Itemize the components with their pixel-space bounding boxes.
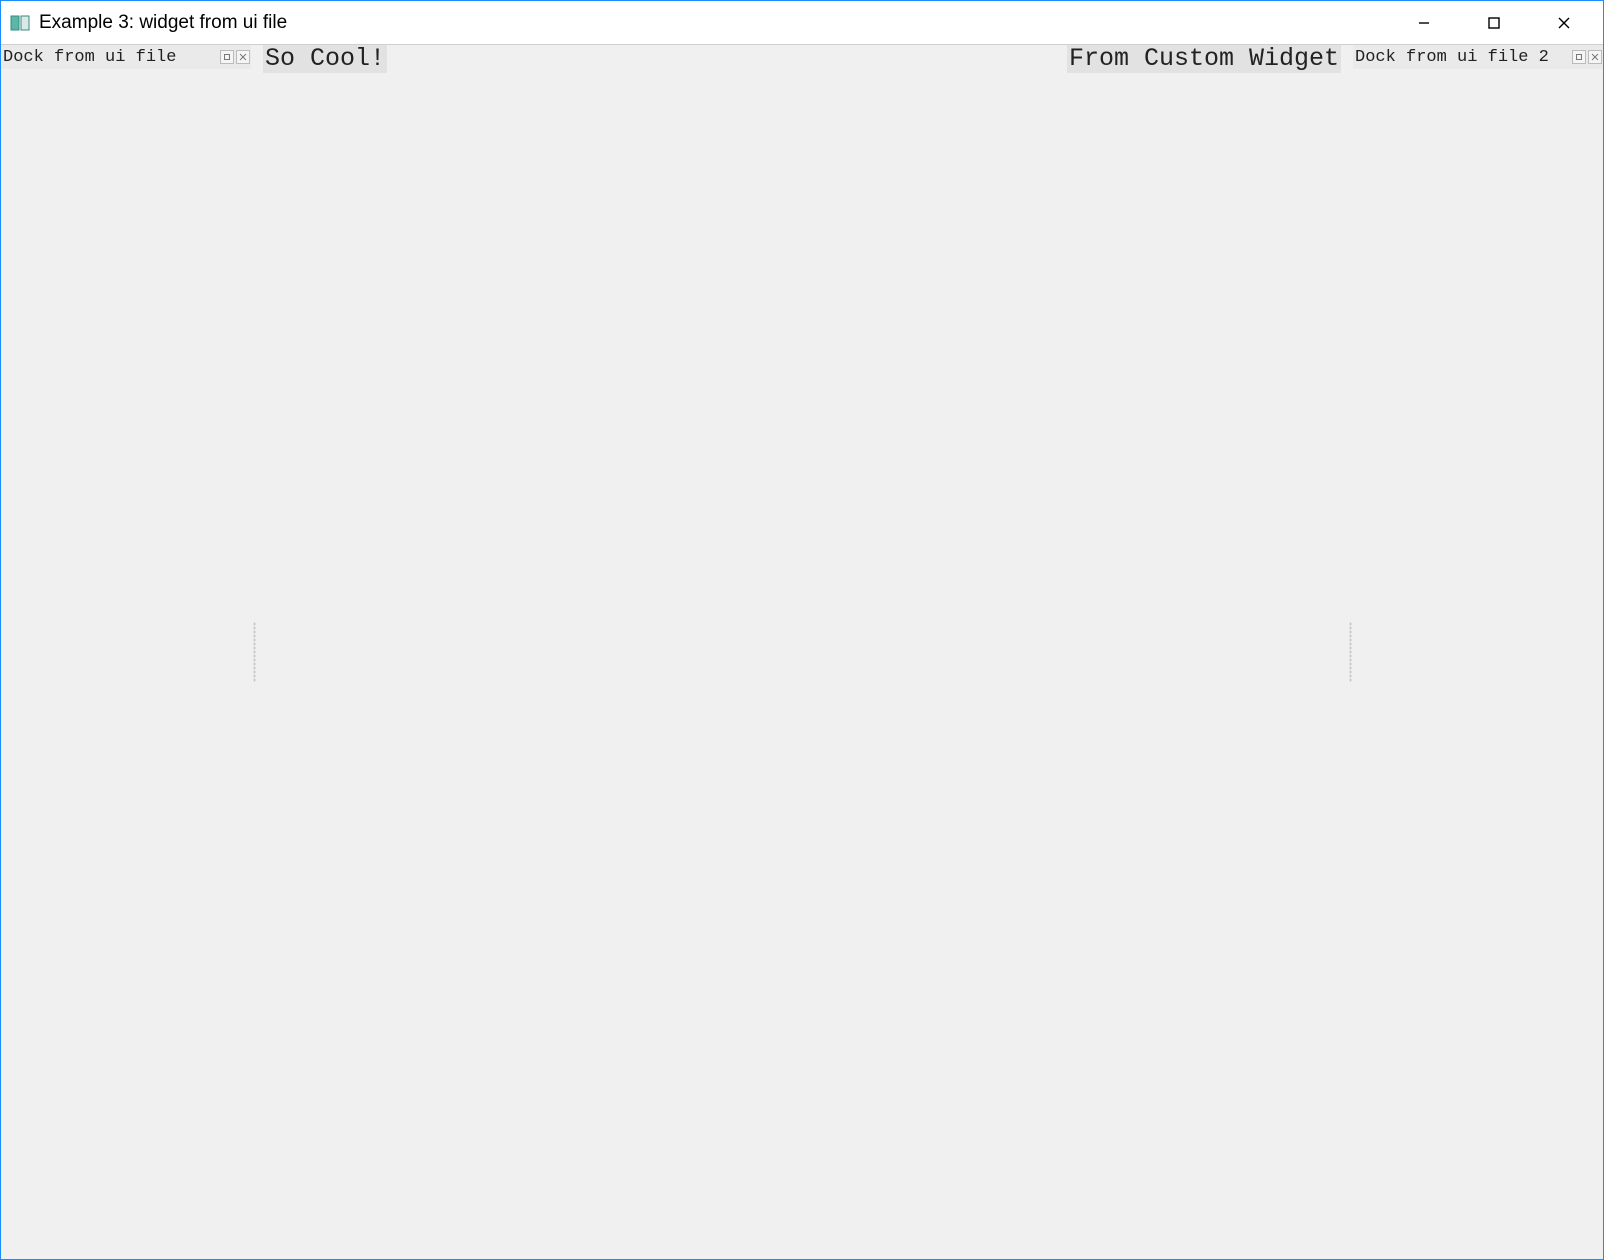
maximize-button[interactable] xyxy=(1459,1,1529,44)
dock-right: Dock from ui file 2 xyxy=(1353,45,1603,1259)
central-widget: So Cool! From Custom Widget xyxy=(257,45,1347,1259)
window-title: Example 3: widget from ui file xyxy=(39,12,1389,34)
app-icon xyxy=(9,12,31,34)
dock-right-titlebar[interactable]: Dock from ui file 2 xyxy=(1353,45,1603,69)
minimize-button[interactable] xyxy=(1389,1,1459,44)
dock-right-content xyxy=(1353,69,1603,1259)
dock-left: Dock from ui file xyxy=(1,45,251,1259)
central-label-right: From Custom Widget xyxy=(1067,45,1341,73)
main-window: Example 3: widget from ui file Dock from… xyxy=(0,0,1604,1260)
window-controls xyxy=(1389,1,1599,44)
dock-right-float-button[interactable] xyxy=(1572,50,1586,64)
splitter-handle-icon xyxy=(1349,622,1352,682)
dock-left-title: Dock from ui file xyxy=(3,48,219,67)
splitter-handle-icon xyxy=(253,622,256,682)
central-header-row: So Cool! From Custom Widget xyxy=(257,45,1347,75)
dock-right-title: Dock from ui file 2 xyxy=(1355,48,1571,67)
dock-left-titlebar[interactable]: Dock from ui file xyxy=(1,45,251,69)
dock-left-content xyxy=(1,69,251,1259)
client-area: Dock from ui file So Cool! xyxy=(1,45,1603,1259)
titlebar[interactable]: Example 3: widget from ui file xyxy=(1,1,1603,45)
central-label-left: So Cool! xyxy=(263,45,387,73)
dock-left-float-button[interactable] xyxy=(220,50,234,64)
dock-right-close-button[interactable] xyxy=(1588,50,1602,64)
dock-left-close-button[interactable] xyxy=(236,50,250,64)
close-button[interactable] xyxy=(1529,1,1599,44)
splitter-right[interactable] xyxy=(1347,45,1353,1259)
